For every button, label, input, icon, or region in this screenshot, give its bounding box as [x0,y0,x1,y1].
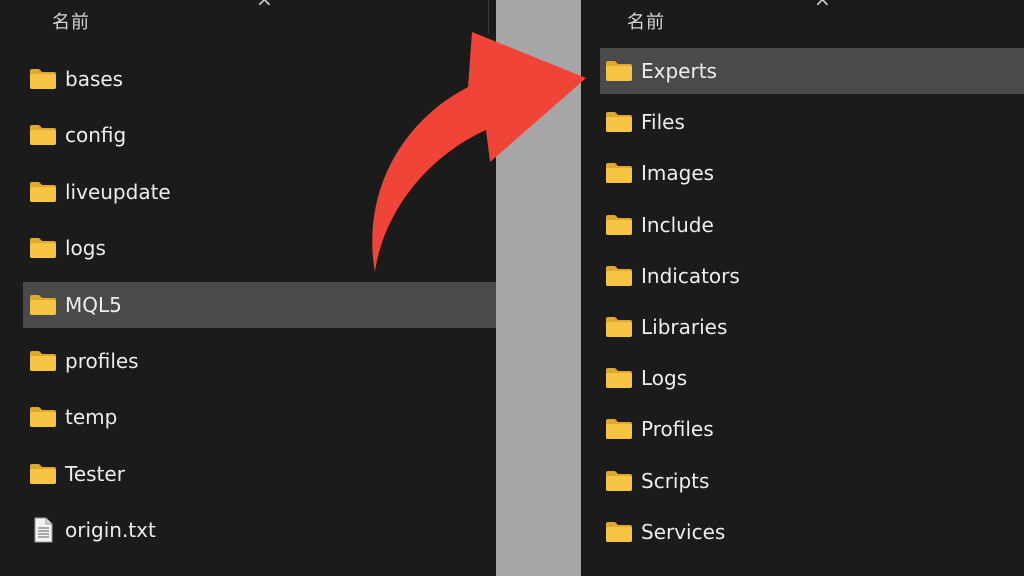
item-label: profiles [65,349,139,373]
item-label: MQL5 [65,292,122,317]
list-item[interactable]: logs [23,225,496,271]
folder-icon [30,181,56,202]
folder-icon [30,351,56,371]
list-item[interactable]: Images [600,150,1024,196]
item-label: Tester [65,461,125,486]
list-item[interactable]: temp [23,394,496,440]
name-column-header[interactable]: 名前 [52,8,90,34]
folder-icon [606,163,632,184]
list-item[interactable]: Files [600,99,1024,145]
list-item[interactable]: Scripts [600,458,1024,504]
item-label: Scripts [641,468,710,493]
item-label: Services [641,519,726,544]
close-icon[interactable]: × [814,0,831,9]
folder-icon [606,521,632,542]
close-icon[interactable]: × [256,0,273,9]
folder-icon [606,368,632,389]
folder-icon [30,407,56,428]
name-column-header[interactable]: 名前 [627,8,665,34]
item-label: Experts [641,59,717,83]
folder-icon [606,419,632,440]
folder-icon [606,214,632,235]
list-item[interactable]: Tester [23,451,496,497]
folder-icon [606,265,632,286]
item-label: logs [65,236,106,261]
item-label: origin.txt [65,518,156,543]
folder-icon [30,294,56,315]
item-label: liveupdate [65,179,171,204]
item-label: temp [65,405,118,430]
list-item[interactable]: profiles [23,338,496,384]
folder-icon [606,317,632,337]
folder-icon [606,112,632,133]
column-divider[interactable] [488,0,489,34]
item-label: Profiles [641,417,714,442]
list-item[interactable]: Services [600,509,1024,555]
text-file-icon [34,517,53,543]
item-label: Indicators [641,263,740,288]
item-label: Include [641,212,714,237]
list-item[interactable]: Profiles [600,406,1024,452]
folder-icon [30,125,56,146]
list-item[interactable]: Logs [600,355,1024,401]
item-label: config [65,123,127,148]
folder-icon [606,61,632,81]
item-label: Logs [641,366,688,391]
folder-icon [30,69,56,89]
item-label: bases [65,67,124,91]
folder-icon [30,238,56,259]
right-explorer-pane: × 名前 Experts Files Images Include Indicators… [581,0,1024,576]
left-explorer-pane: × 名前 bases config liveupdate logs MQL5 profil… [0,0,496,576]
list-item[interactable]: Indicators [600,253,1024,299]
list-item[interactable]: config [23,112,496,158]
folder-icon [30,463,56,484]
list-item[interactable]: MQL5 [23,281,496,328]
list-item[interactable]: Include [600,202,1024,248]
list-item[interactable]: liveupdate [23,169,496,215]
item-label: Libraries [641,315,728,339]
list-item[interactable]: Libraries [600,304,1024,350]
list-item[interactable]: bases [23,56,496,102]
list-item[interactable]: Experts [600,48,1024,94]
list-item[interactable]: origin.txt [23,507,496,553]
folder-icon [606,470,632,491]
item-label: Files [641,110,685,135]
item-label: Images [641,161,715,186]
